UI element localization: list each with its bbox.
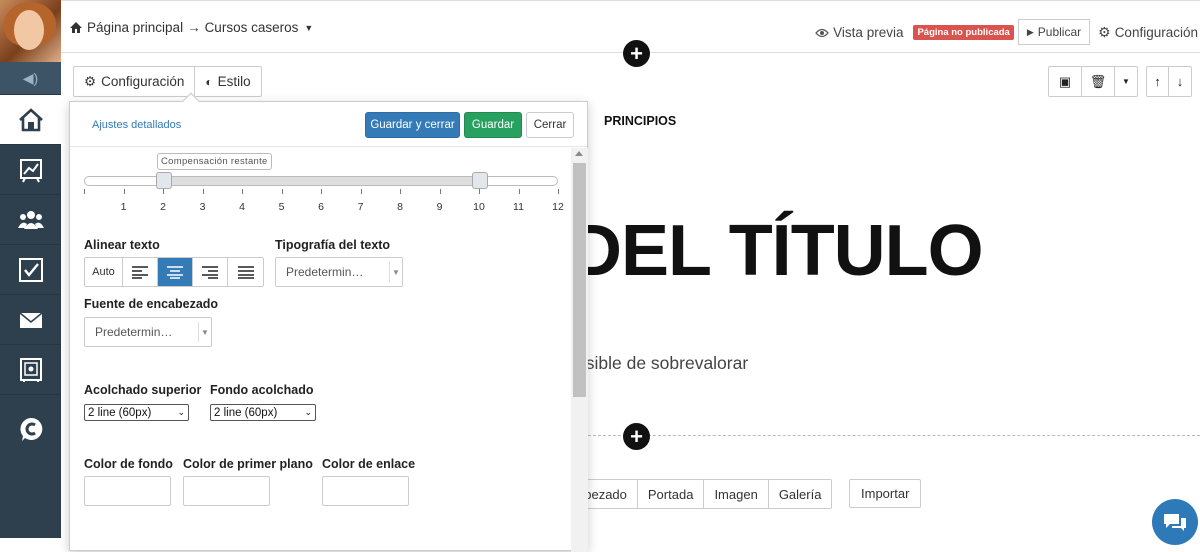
scroll-up-icon[interactable]: [575, 151, 583, 156]
block-type-image[interactable]: Imagen: [704, 480, 769, 508]
section-tabs: ⚙ Configuración ◐ Estilo: [73, 66, 262, 97]
section-divider: [588, 435, 1200, 436]
save-button[interactable]: Guardar: [464, 112, 522, 138]
column-offset-slider[interactable]: [84, 172, 558, 189]
link-color-label: Color de enlace: [322, 457, 416, 471]
section-toolbar: ▣ 🗑 ▼ ↑ ↓: [1048, 66, 1192, 97]
slider-tick-label: 1: [120, 201, 127, 213]
slider-tick: [518, 189, 520, 194]
slider-tick-label: 7: [357, 201, 364, 213]
save-and-close-button[interactable]: Guardar y cerrar: [365, 112, 460, 138]
section-move: ↑ ↓: [1146, 66, 1192, 97]
tab-settings-label: Configuración: [101, 74, 185, 89]
chevron-down-icon: ▼: [389, 262, 402, 282]
heading-font-label: Fuente de encabezado: [84, 297, 219, 311]
contrast-icon: ◐: [205, 74, 213, 89]
arrow-down-icon[interactable]: ↓: [1169, 67, 1191, 96]
slider-handle-end[interactable]: [472, 172, 488, 189]
align-text-label: Alinear texto: [84, 238, 160, 252]
scroll-thumb[interactable]: [573, 163, 586, 397]
slider-tick: [360, 189, 362, 194]
section-actions: ▣ 🗑 ▼: [1048, 66, 1138, 97]
slider-tooltip: Compensación restante: [157, 153, 272, 170]
align-right-icon[interactable]: [193, 258, 228, 286]
add-section-bottom-button[interactable]: +: [623, 423, 650, 450]
panel-scrollbar[interactable]: [571, 148, 588, 552]
copy-icon[interactable]: ▣: [1049, 67, 1082, 96]
slider-tick-label: 9: [436, 201, 443, 213]
slider-tick: [163, 189, 164, 194]
import-button[interactable]: Importar: [849, 479, 922, 508]
slider-tick: [242, 189, 243, 194]
slider-tick-label: 3: [199, 201, 206, 213]
heading-font-select[interactable]: Predetermin… ▼: [84, 317, 212, 347]
hero-title[interactable]: DEL TÍTULO: [570, 215, 984, 287]
panel-header: Ajustes detallados Guardar y cerrar Guar…: [70, 102, 587, 147]
align-justify-icon[interactable]: [228, 258, 263, 286]
top-padding-label: Acolchado superior: [84, 383, 202, 397]
chevron-down-icon[interactable]: ▼: [1115, 67, 1137, 96]
bottom-padding-select[interactable]: 2 line (60px) ⌄: [210, 404, 316, 421]
link-color-input[interactable]: [322, 476, 409, 506]
slider-tick: [202, 189, 204, 194]
slider-tick-label: 4: [239, 201, 245, 213]
slider-tick-label: 11: [513, 201, 524, 213]
tab-settings[interactable]: ⚙ Configuración: [74, 67, 196, 96]
align-auto-button[interactable]: Auto: [85, 258, 123, 286]
nav-item-principios[interactable]: PRINCIPIOS: [604, 114, 676, 128]
block-type-group: abezado Portada Imagen Galería: [566, 479, 833, 509]
slider-tick-label: 8: [397, 201, 403, 213]
tab-style[interactable]: ◐ Estilo: [195, 67, 260, 96]
align-center-icon[interactable]: [158, 258, 193, 286]
fg-color-label: Color de primer plano: [183, 457, 313, 471]
block-type-gallery[interactable]: Galería: [769, 480, 832, 508]
align-left-icon[interactable]: [123, 258, 158, 286]
text-font-label: Tipografía del texto: [275, 238, 391, 252]
slider-tick: [479, 189, 480, 194]
slider-tick: [123, 189, 125, 194]
tab-style-label: Estilo: [217, 74, 251, 89]
bottom-padding-label: Fondo acolchado: [210, 383, 314, 397]
slider-tick: [558, 189, 559, 194]
bottom-padding-value: 2 line (60px): [214, 406, 278, 419]
text-align-group: Auto: [84, 257, 264, 287]
add-section-top-button[interactable]: +: [623, 40, 650, 67]
top-padding-select[interactable]: 2 line (60px) ⌄: [84, 404, 189, 421]
chevron-down-icon: ▼: [198, 322, 211, 342]
slider-tick: [321, 189, 322, 194]
hero-subtitle[interactable]: osible de sobrevalorar: [576, 353, 748, 374]
gear-icon: ⚙: [84, 73, 97, 89]
chevron-down-icon: ⌄: [177, 407, 185, 417]
slider-tick-label: 5: [278, 201, 285, 213]
slider-tick: [84, 189, 85, 194]
slider-range: [164, 176, 480, 186]
slider-tick-label: 12: [552, 201, 564, 213]
detailed-settings-link[interactable]: Ajustes detallados: [92, 119, 181, 131]
fg-color-input[interactable]: [183, 476, 270, 506]
chevron-down-icon: ⌄: [304, 407, 312, 417]
bg-color-label: Color de fondo: [84, 457, 173, 471]
slider-tick-label: 6: [318, 201, 324, 213]
text-font-value: Predetermin…: [286, 265, 364, 279]
arrow-up-icon[interactable]: ↑: [1147, 67, 1169, 96]
top-padding-value: 2 line (60px): [88, 406, 152, 419]
slider-tick: [281, 189, 283, 194]
heading-font-value: Predetermin…: [95, 325, 173, 339]
bg-color-input[interactable]: [84, 476, 171, 506]
slider-tick-label: 10: [473, 201, 485, 213]
close-button[interactable]: Cerrar: [526, 112, 574, 138]
text-font-select[interactable]: Predetermin… ▼: [275, 257, 403, 287]
chat-icon[interactable]: [1152, 499, 1198, 545]
slider-handle-start[interactable]: [156, 172, 172, 189]
slider-tick: [400, 189, 401, 194]
slider-tick: [439, 189, 441, 194]
block-type-cover[interactable]: Portada: [638, 480, 705, 508]
slider-tick-label: 2: [160, 201, 166, 213]
style-settings-panel: Ajustes detallados Guardar y cerrar Guar…: [69, 101, 588, 552]
trash-icon[interactable]: 🗑: [1082, 67, 1115, 96]
slider-scale: 1 2 3 4 5 6 7 8 9 10 11 12: [84, 189, 564, 213]
